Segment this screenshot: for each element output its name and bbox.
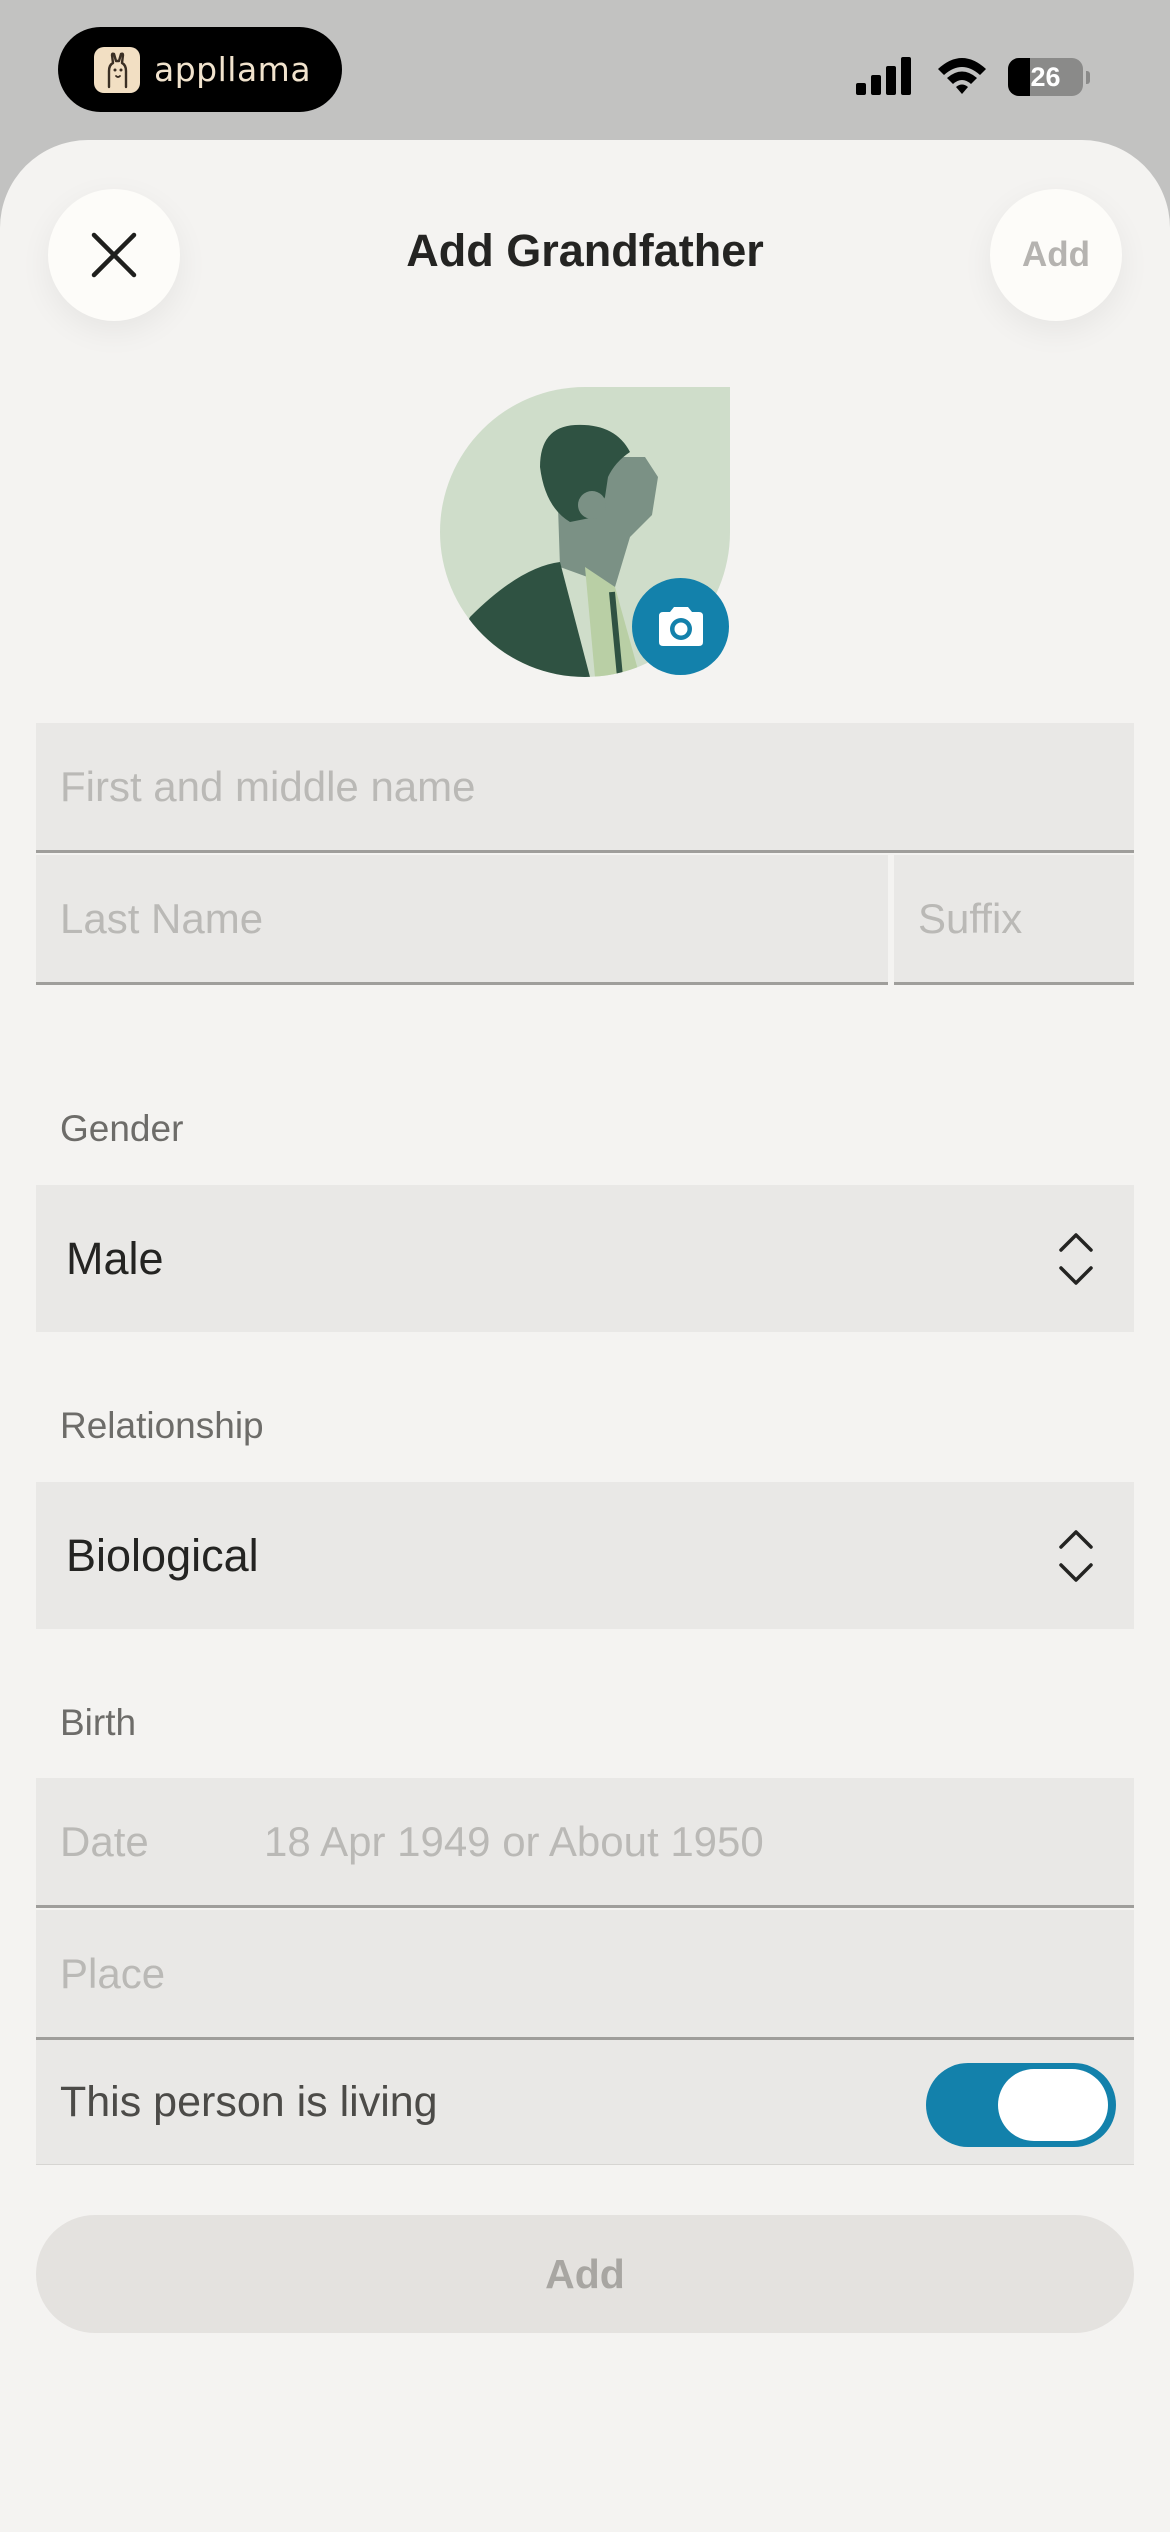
- birth-date-field[interactable]: Date 18 Apr 1949 or About 1950: [36, 1778, 1134, 1908]
- toggle-knob: [998, 2069, 1108, 2141]
- gender-value: Male: [66, 1233, 164, 1284]
- living-toggle[interactable]: [926, 2063, 1116, 2147]
- add-button[interactable]: Add: [36, 2215, 1134, 2333]
- relationship-value: Biological: [66, 1530, 259, 1581]
- app-indicator-pill[interactable]: appllama: [58, 27, 342, 112]
- cellular-signal-icon: [856, 57, 911, 95]
- birth-date-placeholder: 18 Apr 1949 or About 1950: [264, 1818, 764, 1865]
- change-photo-button[interactable]: [632, 578, 729, 675]
- relationship-select[interactable]: Biological: [36, 1482, 1134, 1629]
- birth-label: Birth: [60, 1702, 137, 1743]
- last-name-placeholder: Last Name: [60, 895, 264, 942]
- app-name: appllama: [154, 50, 312, 89]
- chevron-up-down-icon: [1059, 1233, 1093, 1285]
- living-label: This person is living: [60, 2078, 438, 2126]
- living-row: This person is living: [36, 2040, 1134, 2165]
- battery-level: 26: [1030, 62, 1061, 92]
- gender-label: Gender: [60, 1108, 184, 1149]
- llama-logo-icon: [94, 46, 140, 93]
- birth-place-placeholder: Place: [60, 1950, 166, 1997]
- gender-select[interactable]: Male: [36, 1185, 1134, 1332]
- birth-place-field[interactable]: Place: [36, 1910, 1134, 2040]
- add-header-button[interactable]: Add: [990, 189, 1122, 321]
- status-bar: appllama 26: [0, 0, 1170, 140]
- birth-date-label: Date: [60, 1818, 149, 1865]
- wifi-icon: [938, 58, 986, 94]
- suffix-field[interactable]: Suffix: [894, 855, 1134, 985]
- first-middle-name-placeholder: First and middle name: [60, 763, 476, 810]
- first-middle-name-field[interactable]: First and middle name: [36, 723, 1134, 853]
- add-person-sheet: Add Grandfather Add First and middle nam…: [0, 140, 1170, 2532]
- suffix-placeholder: Suffix: [918, 895, 1023, 942]
- last-name-field[interactable]: Last Name: [36, 855, 888, 985]
- chevron-up-down-icon: [1059, 1530, 1093, 1582]
- battery-icon: 26: [1008, 58, 1090, 96]
- camera-icon: [658, 606, 703, 646]
- relationship-label: Relationship: [60, 1405, 264, 1446]
